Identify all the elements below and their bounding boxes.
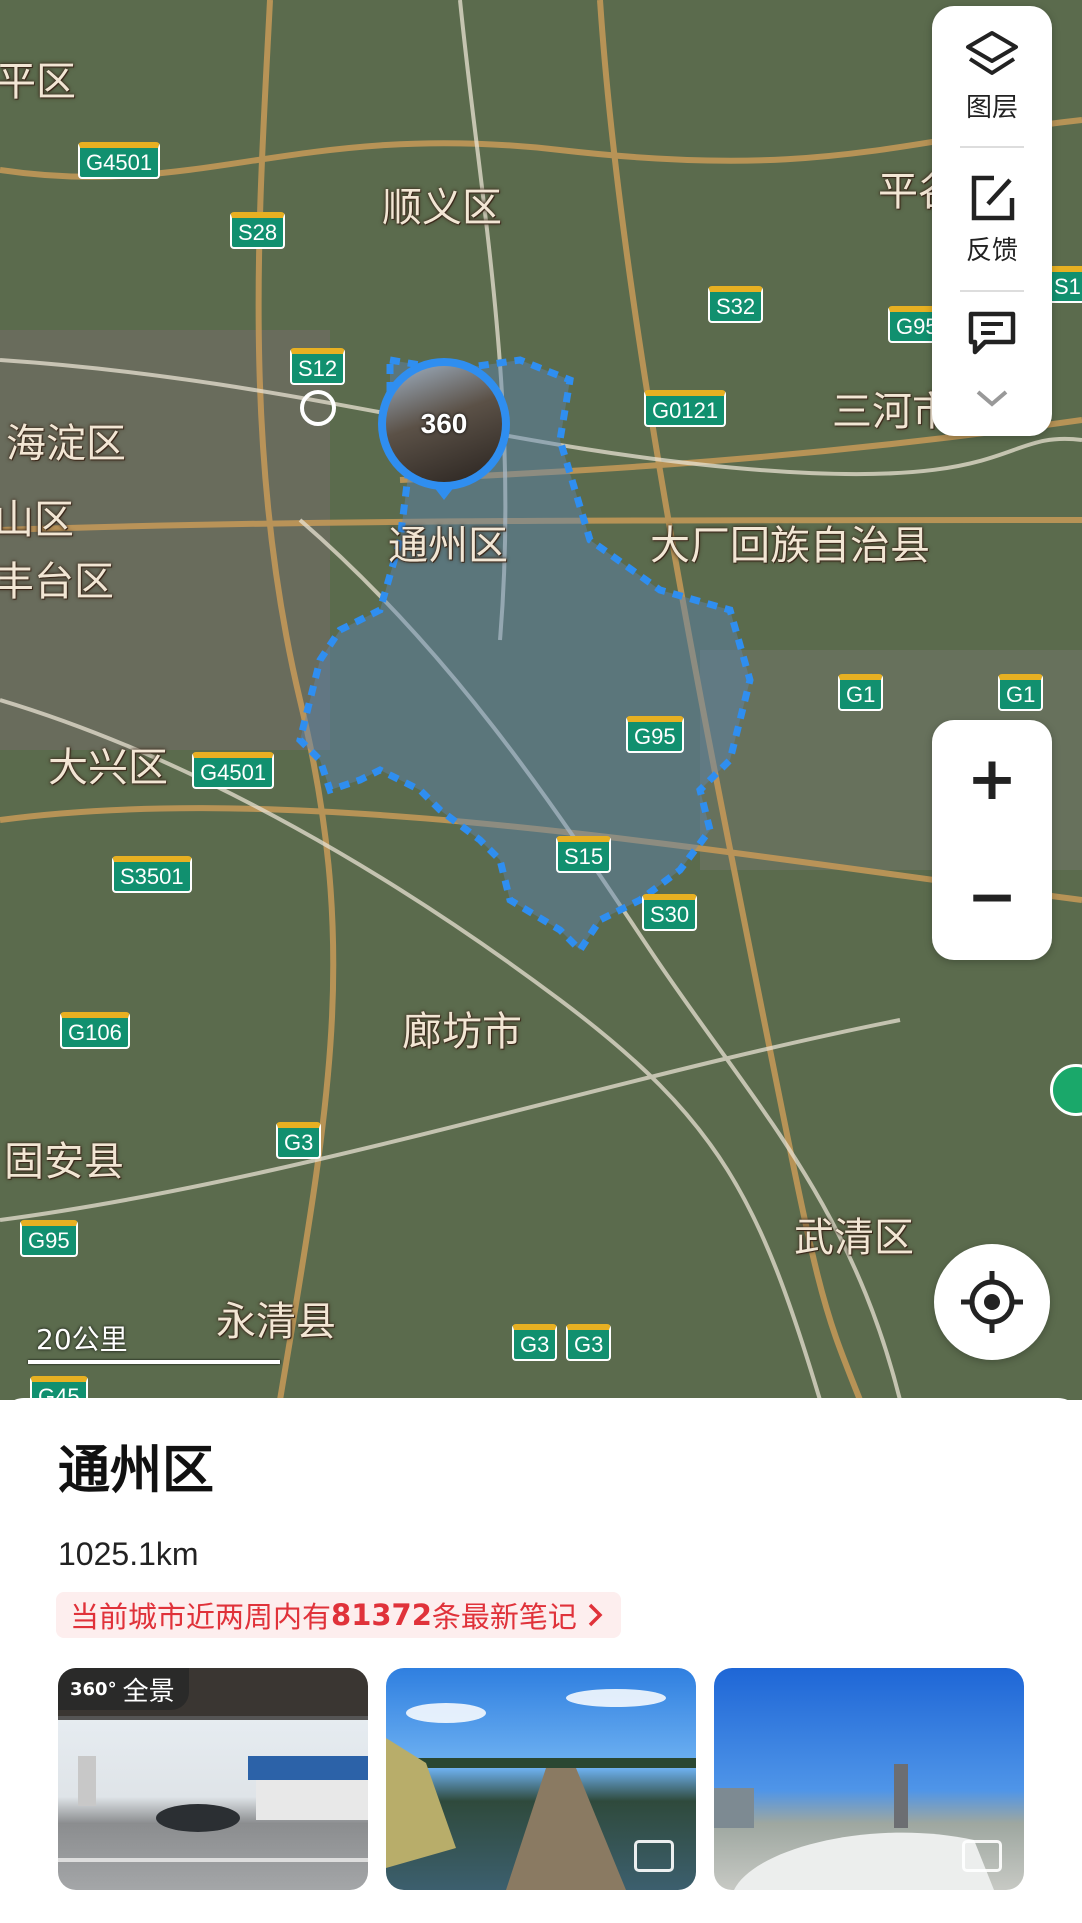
place-label: 山区 — [0, 497, 74, 543]
road-shield: G3 — [276, 1122, 322, 1160]
road-shield: G95 — [626, 716, 684, 754]
layers-label: 图层 — [965, 92, 1018, 123]
photo-thumbnail-lake[interactable] — [386, 1668, 696, 1890]
chevron-down-icon — [976, 390, 1008, 407]
crosshair-icon — [961, 1271, 1023, 1333]
layers-button[interactable]: 图层 — [932, 6, 1052, 146]
image-icon — [962, 1840, 1002, 1872]
feedback-edit-icon — [971, 175, 1015, 220]
notes-banner[interactable]: 当前城市近两周内有 81372 条最新笔记 — [56, 1592, 621, 1638]
message-icon — [968, 311, 1016, 355]
360-icon: 360° — [70, 1678, 117, 1700]
road-shield: G106 — [60, 1012, 130, 1050]
photo-thumbnail-park[interactable] — [714, 1668, 1024, 1890]
road-shield: S12 — [290, 348, 346, 386]
road-shield: S3501 — [112, 856, 192, 894]
notes-suffix: 条最新笔记 — [431, 1600, 577, 1634]
place-label: 武清区 — [794, 1215, 914, 1261]
panorama-pin[interactable]: 360 — [378, 358, 516, 518]
place-label: 顺义区 — [382, 185, 502, 231]
road-shield: G0121 — [644, 390, 727, 428]
road-shield: G4501 — [78, 142, 161, 180]
place-label-selected[interactable]: 通州区 — [388, 526, 508, 566]
road-shield: G1 — [838, 674, 884, 712]
chevron-right-icon — [588, 1603, 603, 1627]
map-tools-panel: 图层 反馈 — [932, 6, 1052, 436]
place-distance: 1025.1km — [58, 1536, 199, 1572]
road-shield: G3 — [512, 1324, 558, 1362]
place-label: 海淀区 — [6, 421, 126, 467]
panorama-badge-label: 全景 — [122, 1676, 175, 1707]
panorama-thumbnail[interactable]: 360° 全景 — [58, 1668, 368, 1890]
place-label: 平区 — [0, 59, 76, 105]
road-shield: S32 — [708, 286, 764, 324]
road-shield: G1 — [998, 674, 1044, 712]
plus-icon: + — [966, 744, 1018, 814]
road-shield: G95 — [20, 1220, 78, 1258]
place-label: 廊坊市 — [402, 1009, 522, 1055]
place-label: 大兴区 — [48, 745, 168, 791]
zoom-out-button[interactable]: − — [932, 838, 1052, 956]
notes-prefix: 当前城市近两周内有 — [70, 1600, 332, 1634]
road-shield: S30 — [642, 894, 698, 932]
minus-icon: − — [966, 862, 1018, 932]
place-label: 大厂回族自治县 — [650, 523, 930, 569]
place-label: 丰台区 — [0, 559, 114, 605]
road-shield: S15 — [556, 836, 612, 874]
locate-button[interactable] — [934, 1244, 1050, 1360]
zoom-in-button[interactable]: + — [932, 720, 1052, 838]
road-shield: G4501 — [192, 752, 275, 790]
notes-button[interactable] — [932, 292, 1052, 372]
place-label: 永清县 — [216, 1299, 336, 1345]
road-shield: G45 — [30, 1376, 88, 1400]
notes-count: 81372 — [331, 1598, 432, 1632]
panorama-badge: 360° 全景 — [58, 1668, 189, 1710]
expand-tools-button[interactable] — [932, 372, 1052, 426]
scale-bar — [28, 1360, 280, 1364]
map-view[interactable]: 平区 顺义区 平谷 三河市 海淀区 山区 丰台区 通州区 大厂回族自治县 大兴区… — [0, 0, 1082, 1400]
layers-icon — [966, 30, 1018, 75]
place-title: 通州区 — [58, 1441, 215, 1501]
panorama-360-label: 360 — [420, 408, 468, 439]
image-icon — [634, 1840, 674, 1872]
scale-label: 20公里 — [36, 1323, 128, 1356]
zoom-control: + − — [932, 720, 1052, 960]
place-label: 固安县 — [4, 1139, 124, 1185]
feedback-button[interactable]: 反馈 — [932, 148, 1052, 290]
road-shield: S28 — [230, 212, 286, 250]
road-shield: G3 — [566, 1324, 612, 1362]
feedback-label: 反馈 — [965, 235, 1018, 266]
